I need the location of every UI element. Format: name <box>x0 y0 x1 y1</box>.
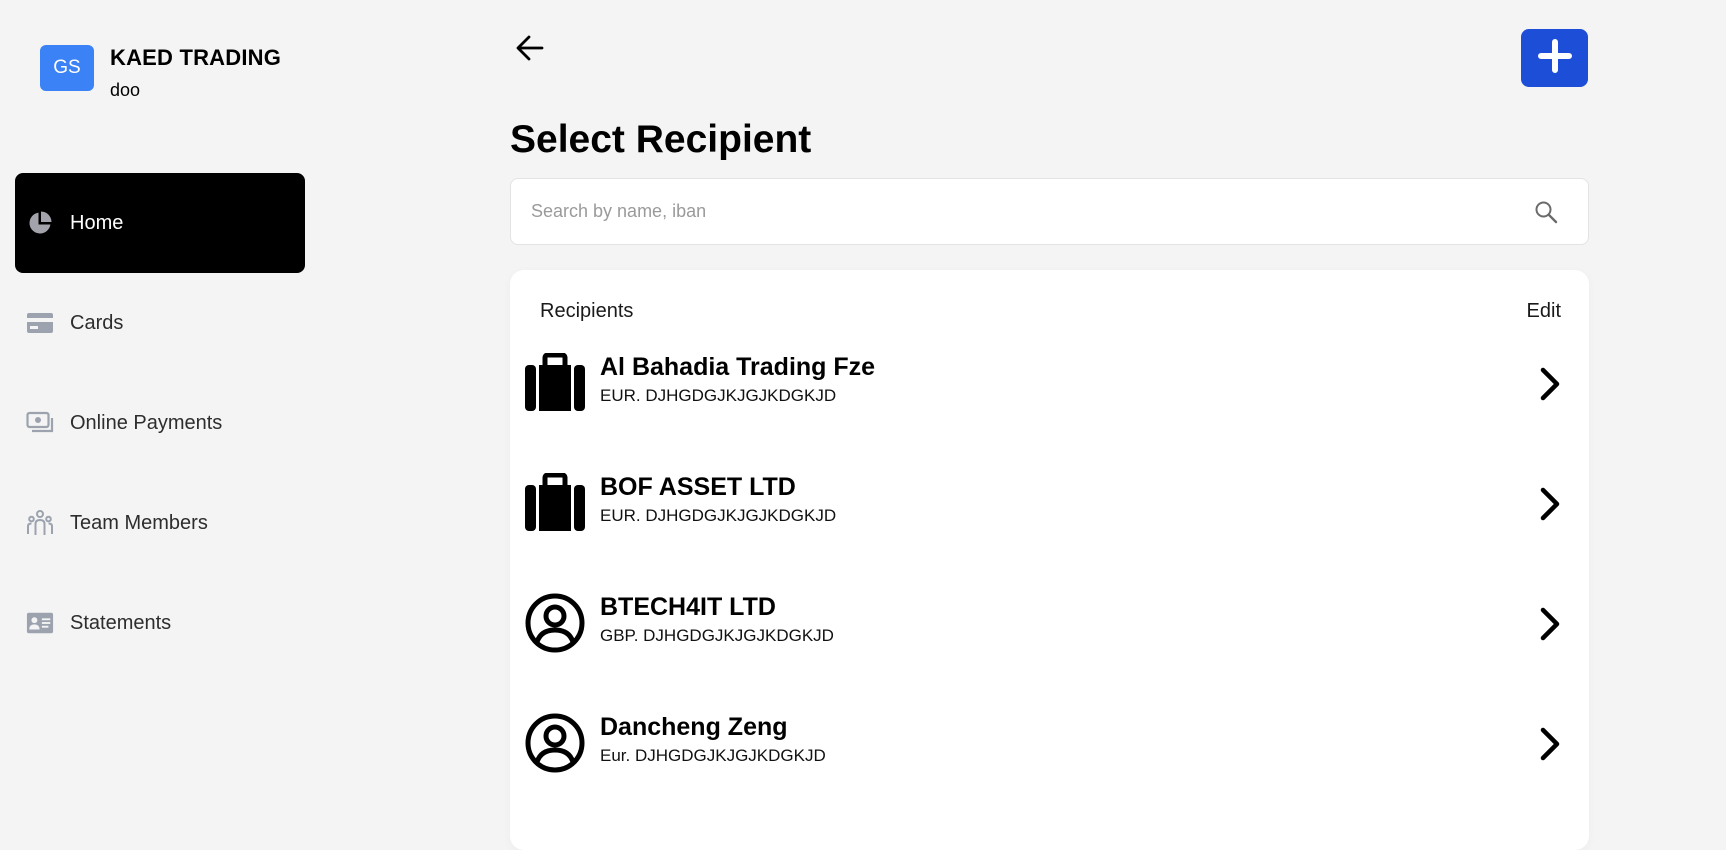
recipient-iban: EUR. DJHGDGJKJGJKDGKJD <box>600 506 837 525</box>
sidebar-item-home[interactable]: Home <box>15 173 305 273</box>
recipients-heading: Recipients <box>540 300 634 322</box>
recipient-name: Dancheng Zeng <box>600 713 788 741</box>
company-subtitle: doo <box>110 80 141 100</box>
company-name: KAED TRADING <box>110 45 282 70</box>
chevron-right-icon <box>1535 484 1565 524</box>
recipient-info: BOF ASSET LTD EUR. DJHGDGJKJGJKDGKJD <box>600 472 836 526</box>
recipients-header: Recipients Edit <box>540 300 1561 323</box>
arrow-left-icon <box>515 35 545 66</box>
team-icon <box>26 509 54 537</box>
sidebar-item-cards[interactable]: Cards <box>15 273 305 373</box>
briefcase-icon <box>524 352 586 414</box>
user-circle-icon <box>524 592 586 654</box>
recipients-card: Recipients Edit Al Bahadia Trading Fze E… <box>510 270 1589 850</box>
sidebar-item-label: Cards <box>70 311 124 334</box>
recipient-info: BTECH4IT LTD GBP. DJHGDGJKJGJKDGKJD <box>600 592 834 646</box>
user-circle-icon <box>524 712 586 774</box>
recipients-list: Al Bahadia Trading Fze EUR. DJHGDGJKJGJK… <box>510 350 1589 830</box>
chevron-right-icon <box>1535 364 1565 404</box>
page-title: Select Recipient <box>510 118 812 161</box>
sidebar-item-team-members[interactable]: Team Members <box>15 473 305 573</box>
id-card-icon <box>26 609 54 637</box>
cash-icon <box>26 409 54 437</box>
pie-chart-icon <box>26 209 54 237</box>
avatar[interactable]: GS <box>40 45 94 91</box>
search-input[interactable] <box>511 200 1532 223</box>
brand-text: KAED TRADING doo <box>110 45 281 101</box>
recipient-info: Al Bahadia Trading Fze EUR. DJHGDGJKJGJK… <box>600 352 875 406</box>
sidebar-item-online-payments[interactable]: Online Payments <box>15 373 305 473</box>
brand: GS KAED TRADING doo <box>40 45 281 101</box>
search-bar <box>510 178 1589 245</box>
sidebar-item-label: Statements <box>70 611 172 634</box>
chevron-right-icon <box>1535 604 1565 644</box>
recipient-row[interactable]: Dancheng Zeng Eur. DJHGDGJKJGJKDGKJD <box>510 710 1589 830</box>
sidebar-item-statements[interactable]: Statements <box>15 573 305 673</box>
search-icon[interactable] <box>1532 198 1560 226</box>
plus-icon <box>1537 38 1572 78</box>
sidebar: GS KAED TRADING doo Home Cards Online Pa… <box>0 0 320 824</box>
recipient-name: BOF ASSET LTD <box>600 473 796 501</box>
recipient-row[interactable]: Al Bahadia Trading Fze EUR. DJHGDGJKJGJK… <box>510 350 1589 470</box>
recipient-iban: GBP. DJHGDGJKJGJKDGKJD <box>600 626 834 645</box>
edit-button[interactable]: Edit <box>1527 300 1561 323</box>
sidebar-item-label: Home <box>70 211 124 234</box>
briefcase-icon <box>524 472 586 534</box>
add-recipient-button[interactable] <box>1521 29 1588 87</box>
recipient-row[interactable]: BTECH4IT LTD GBP. DJHGDGJKJGJKDGKJD <box>510 590 1589 710</box>
chevron-right-icon <box>1535 724 1565 764</box>
sidebar-item-label: Online Payments <box>70 411 223 434</box>
sidebar-nav: Home Cards Online Payments Team Members … <box>15 173 305 673</box>
recipient-name: Al Bahadia Trading Fze <box>600 353 876 381</box>
recipient-info: Dancheng Zeng Eur. DJHGDGJKJGJKDGKJD <box>600 712 826 766</box>
sidebar-item-label: Team Members <box>70 511 208 534</box>
recipient-row[interactable]: BOF ASSET LTD EUR. DJHGDGJKJGJKDGKJD <box>510 470 1589 590</box>
recipient-iban: Eur. DJHGDGJKJGJKDGKJD <box>600 746 826 765</box>
recipient-name: BTECH4IT LTD <box>600 593 776 621</box>
back-button[interactable] <box>510 30 550 70</box>
card-icon <box>26 309 54 337</box>
recipient-iban: EUR. DJHGDGJKJGJKDGKJD <box>600 386 837 405</box>
